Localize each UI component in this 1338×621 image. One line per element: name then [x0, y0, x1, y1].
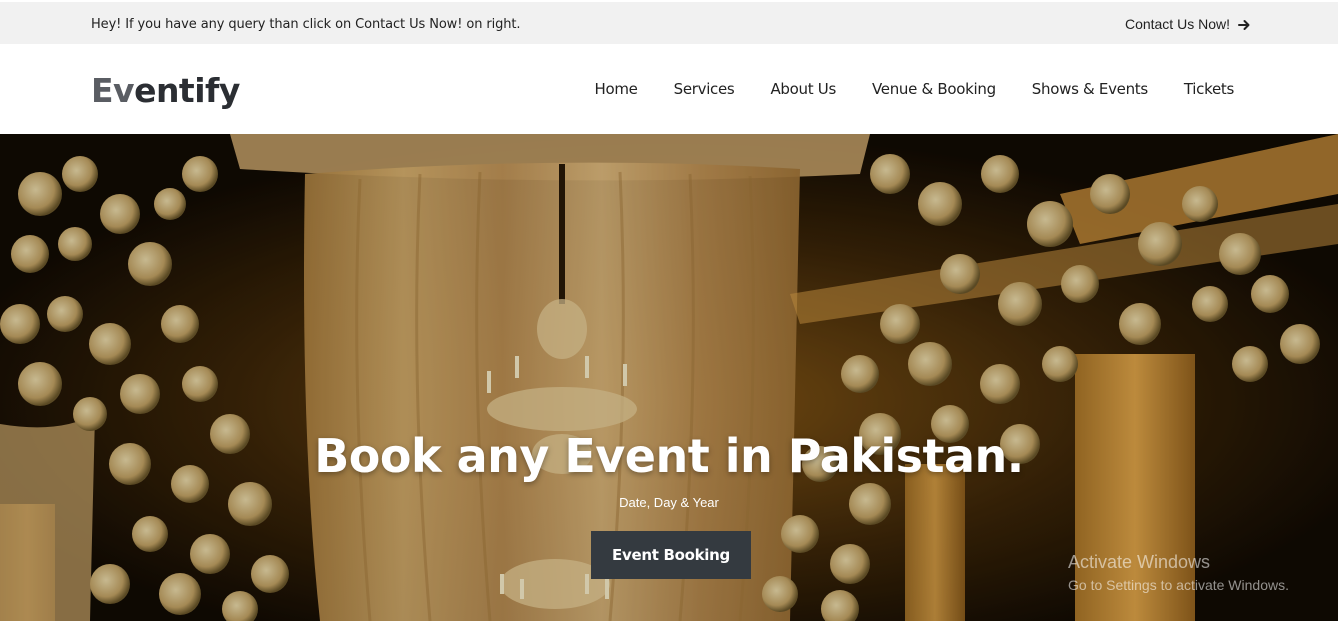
- nav-menu: Home Services About Us Venue & Booking S…: [558, 80, 1234, 98]
- nav-item-tickets[interactable]: Tickets: [1184, 80, 1234, 98]
- topbar-message: Hey! If you have any query than click on…: [91, 17, 521, 32]
- nav-item-venue-booking[interactable]: Venue & Booking: [872, 80, 996, 98]
- logo-part-ev: Ev: [91, 71, 135, 110]
- event-booking-button[interactable]: Event Booking: [591, 531, 751, 579]
- hero-section: Book any Event in Pakistan. Date, Day & …: [0, 134, 1338, 621]
- activate-windows-watermark: Activate Windows Go to Settings to activ…: [1068, 552, 1289, 593]
- nav-item-about-us[interactable]: About Us: [770, 80, 836, 98]
- site-logo[interactable]: Eventify: [91, 72, 240, 110]
- watermark-subtitle: Go to Settings to activate Windows.: [1068, 577, 1289, 593]
- contact-us-link[interactable]: Contact Us Now!: [1125, 16, 1250, 32]
- arrow-right-icon: [1238, 18, 1250, 30]
- hero-subtitle: Date, Day & Year: [619, 495, 719, 510]
- hero-title: Book any Event in Pakistan.: [314, 429, 1024, 483]
- logo-part-entify: entify: [134, 71, 240, 110]
- nav-item-services[interactable]: Services: [674, 80, 735, 98]
- watermark-title: Activate Windows: [1068, 552, 1211, 572]
- nav-item-shows-events[interactable]: Shows & Events: [1032, 80, 1148, 98]
- top-info-bar: Hey! If you have any query than click on…: [0, 0, 1338, 44]
- main-navbar: Eventify Home Services About Us Venue & …: [0, 44, 1338, 134]
- nav-item-home[interactable]: Home: [594, 80, 637, 98]
- contact-us-label: Contact Us Now!: [1124, 16, 1230, 32]
